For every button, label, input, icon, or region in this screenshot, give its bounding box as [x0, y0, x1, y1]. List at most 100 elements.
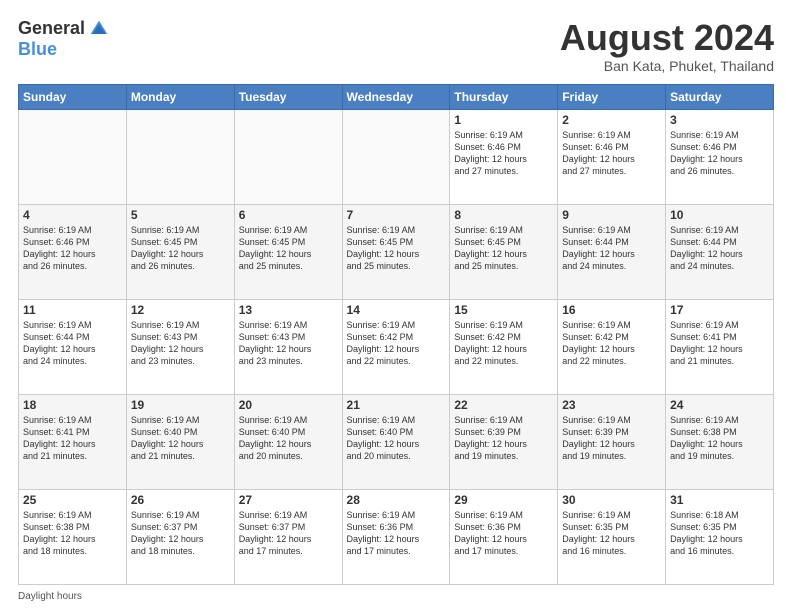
calendar-cell: 7 Sunrise: 6:19 AM Sunset: 6:45 PM Daylig… [342, 204, 450, 299]
calendar-cell [342, 109, 450, 204]
calendar-week-4: 18 Sunrise: 6:19 AM Sunset: 6:41 PM Dayli… [19, 394, 774, 489]
day-detail: Sunrise: 6:19 AM Sunset: 6:36 PM Dayligh… [454, 509, 553, 558]
calendar-header-wednesday: Wednesday [342, 84, 450, 109]
day-detail: Sunrise: 6:19 AM Sunset: 6:44 PM Dayligh… [562, 224, 661, 273]
day-number: 19 [131, 398, 230, 412]
calendar-cell: 23 Sunrise: 6:19 AM Sunset: 6:39 PM Dayli… [558, 394, 666, 489]
calendar-week-5: 25 Sunrise: 6:19 AM Sunset: 6:38 PM Dayli… [19, 489, 774, 584]
calendar-header-row: SundayMondayTuesdayWednesdayThursdayFrid… [19, 84, 774, 109]
day-detail: Sunrise: 6:19 AM Sunset: 6:40 PM Dayligh… [239, 414, 338, 463]
page: General Blue August 2024 Ban Kata, Phuke… [0, 0, 792, 612]
day-number: 31 [670, 493, 769, 507]
day-number: 13 [239, 303, 338, 317]
calendar-cell [234, 109, 342, 204]
calendar-cell: 11 Sunrise: 6:19 AM Sunset: 6:44 PM Dayli… [19, 299, 127, 394]
day-number: 21 [347, 398, 446, 412]
calendar-cell: 19 Sunrise: 6:19 AM Sunset: 6:40 PM Dayli… [126, 394, 234, 489]
day-detail: Sunrise: 6:19 AM Sunset: 6:42 PM Dayligh… [347, 319, 446, 368]
day-detail: Sunrise: 6:19 AM Sunset: 6:46 PM Dayligh… [670, 129, 769, 178]
calendar-cell [19, 109, 127, 204]
calendar-cell: 25 Sunrise: 6:19 AM Sunset: 6:38 PM Dayli… [19, 489, 127, 584]
calendar-cell: 15Sunrise: 6:19 AM Sunset: 6:42 PM Dayli… [450, 299, 558, 394]
day-detail: Sunrise: 6:19 AM Sunset: 6:45 PM Dayligh… [347, 224, 446, 273]
day-number: 26 [131, 493, 230, 507]
day-number: 14 [347, 303, 446, 317]
day-number: 2 [562, 113, 661, 127]
day-number: 23 [562, 398, 661, 412]
day-detail: Sunrise: 6:19 AM Sunset: 6:35 PM Dayligh… [562, 509, 661, 558]
calendar-cell: 21 Sunrise: 6:19 AM Sunset: 6:40 PM Dayli… [342, 394, 450, 489]
day-detail: Sunrise: 6:19 AM Sunset: 6:44 PM Dayligh… [23, 319, 122, 368]
day-detail: Sunrise: 6:19 AM Sunset: 6:37 PM Dayligh… [131, 509, 230, 558]
day-detail: Sunrise: 6:19 AM Sunset: 6:46 PM Dayligh… [454, 129, 553, 178]
day-number: 7 [347, 208, 446, 222]
logo-icon [89, 19, 109, 39]
calendar-cell [126, 109, 234, 204]
day-number: 18 [23, 398, 122, 412]
logo: General Blue [18, 18, 109, 60]
calendar-cell: 18 Sunrise: 6:19 AM Sunset: 6:41 PM Dayli… [19, 394, 127, 489]
header: General Blue August 2024 Ban Kata, Phuke… [18, 18, 774, 74]
day-detail: Sunrise: 6:19 AM Sunset: 6:42 PM Dayligh… [562, 319, 661, 368]
day-detail: Sunrise: 6:19 AM Sunset: 6:46 PM Dayligh… [23, 224, 122, 273]
day-number: 29 [454, 493, 553, 507]
day-number: 5 [131, 208, 230, 222]
day-number: 27 [239, 493, 338, 507]
calendar-cell: 30 Sunrise: 6:19 AM Sunset: 6:35 PM Dayli… [558, 489, 666, 584]
calendar-cell: 6Sunrise: 6:19 AM Sunset: 6:45 PM Daylig… [234, 204, 342, 299]
calendar-cell: 2 Sunrise: 6:19 AM Sunset: 6:46 PM Daylig… [558, 109, 666, 204]
day-detail: Sunrise: 6:19 AM Sunset: 6:45 PM Dayligh… [131, 224, 230, 273]
location: Ban Kata, Phuket, Thailand [560, 58, 774, 74]
day-number: 9 [562, 208, 661, 222]
day-number: 4 [23, 208, 122, 222]
calendar-cell: 8Sunrise: 6:19 AM Sunset: 6:45 PM Daylig… [450, 204, 558, 299]
day-number: 6 [239, 208, 338, 222]
day-detail: Sunrise: 6:19 AM Sunset: 6:39 PM Dayligh… [454, 414, 553, 463]
day-number: 25 [23, 493, 122, 507]
footer-text: Daylight hours [18, 591, 82, 602]
calendar-header-friday: Friday [558, 84, 666, 109]
day-detail: Sunrise: 6:19 AM Sunset: 6:46 PM Dayligh… [562, 129, 661, 178]
day-detail: Sunrise: 6:19 AM Sunset: 6:39 PM Dayligh… [562, 414, 661, 463]
calendar-week-2: 4 Sunrise: 6:19 AM Sunset: 6:46 PM Daylig… [19, 204, 774, 299]
calendar-header-tuesday: Tuesday [234, 84, 342, 109]
calendar-cell: 10Sunrise: 6:19 AM Sunset: 6:44 PM Dayli… [666, 204, 774, 299]
calendar-cell: 20 Sunrise: 6:19 AM Sunset: 6:40 PM Dayli… [234, 394, 342, 489]
day-number: 24 [670, 398, 769, 412]
calendar-week-1: 1Sunrise: 6:19 AM Sunset: 6:46 PM Daylig… [19, 109, 774, 204]
calendar-cell: 24Sunrise: 6:19 AM Sunset: 6:38 PM Dayli… [666, 394, 774, 489]
logo-general: General [18, 18, 85, 39]
month-title: August 2024 [560, 18, 774, 58]
day-detail: Sunrise: 6:19 AM Sunset: 6:40 PM Dayligh… [131, 414, 230, 463]
day-number: 11 [23, 303, 122, 317]
day-detail: Sunrise: 6:19 AM Sunset: 6:42 PM Dayligh… [454, 319, 553, 368]
calendar-cell: 14 Sunrise: 6:19 AM Sunset: 6:42 PM Dayli… [342, 299, 450, 394]
calendar-cell: 26 Sunrise: 6:19 AM Sunset: 6:37 PM Dayli… [126, 489, 234, 584]
day-number: 30 [562, 493, 661, 507]
calendar-cell: 17 Sunrise: 6:19 AM Sunset: 6:41 PM Dayli… [666, 299, 774, 394]
day-detail: Sunrise: 6:19 AM Sunset: 6:36 PM Dayligh… [347, 509, 446, 558]
calendar-header-sunday: Sunday [19, 84, 127, 109]
day-detail: Sunrise: 6:19 AM Sunset: 6:41 PM Dayligh… [23, 414, 122, 463]
day-number: 20 [239, 398, 338, 412]
day-number: 28 [347, 493, 446, 507]
day-number: 12 [131, 303, 230, 317]
calendar-cell: 1Sunrise: 6:19 AM Sunset: 6:46 PM Daylig… [450, 109, 558, 204]
calendar-table: SundayMondayTuesdayWednesdayThursdayFrid… [18, 84, 774, 585]
calendar-cell: 3Sunrise: 6:19 AM Sunset: 6:46 PM Daylig… [666, 109, 774, 204]
calendar-header-saturday: Saturday [666, 84, 774, 109]
calendar-cell: 9 Sunrise: 6:19 AM Sunset: 6:44 PM Daylig… [558, 204, 666, 299]
calendar-cell: 22Sunrise: 6:19 AM Sunset: 6:39 PM Dayli… [450, 394, 558, 489]
day-detail: Sunrise: 6:19 AM Sunset: 6:44 PM Dayligh… [670, 224, 769, 273]
calendar-cell: 28 Sunrise: 6:19 AM Sunset: 6:36 PM Dayli… [342, 489, 450, 584]
day-detail: Sunrise: 6:19 AM Sunset: 6:40 PM Dayligh… [347, 414, 446, 463]
day-detail: Sunrise: 6:19 AM Sunset: 6:41 PM Dayligh… [670, 319, 769, 368]
logo-blue: Blue [18, 39, 57, 60]
calendar-header-monday: Monday [126, 84, 234, 109]
day-number: 17 [670, 303, 769, 317]
calendar-cell: 29 Sunrise: 6:19 AM Sunset: 6:36 PM Dayli… [450, 489, 558, 584]
calendar-header-thursday: Thursday [450, 84, 558, 109]
calendar-cell: 5 Sunrise: 6:19 AM Sunset: 6:45 PM Daylig… [126, 204, 234, 299]
day-detail: Sunrise: 6:19 AM Sunset: 6:38 PM Dayligh… [23, 509, 122, 558]
calendar-cell: 31Sunrise: 6:18 AM Sunset: 6:35 PM Dayli… [666, 489, 774, 584]
